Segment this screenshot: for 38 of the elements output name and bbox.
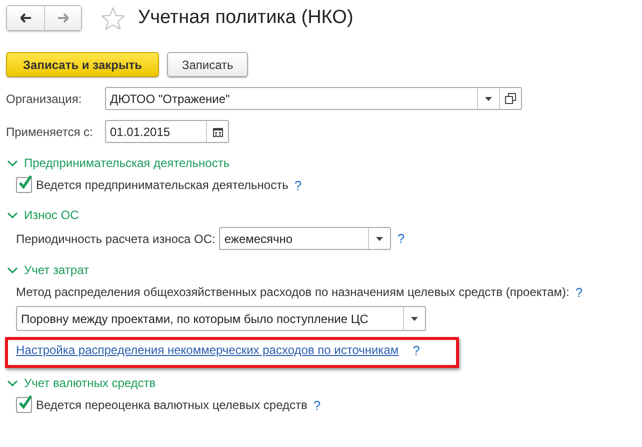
caret-icon [485, 96, 492, 100]
open-icon [505, 93, 516, 104]
select-field[interactable]: ежемесячно [219, 227, 392, 250]
forward-arrow-icon [57, 13, 69, 23]
save-and-close-button[interactable]: Записать и закрыть [6, 52, 159, 77]
help-link[interactable]: ? [575, 284, 583, 300]
settings-link[interactable]: Настройка распределения некоммерческих расходов по источникам [16, 343, 399, 357]
window-title: Учетная политика (НКО) [138, 7, 354, 29]
back-button[interactable] [7, 6, 44, 30]
checkbox[interactable] [16, 177, 32, 193]
section-header[interactable]: Предпринимательская деятельность [6, 155, 636, 171]
field-label: Периодичность расчета износа ОС: [16, 232, 216, 246]
checkbox-label: Ведется предпринимательская деятельность [36, 178, 288, 192]
field-label: Организация: [6, 92, 83, 106]
save-button[interactable]: Записать [167, 52, 248, 77]
section-header[interactable]: Учет валютных средств [6, 375, 636, 391]
section-header[interactable]: Износ ОС [6, 207, 636, 223]
checkbox-label: Ведется переоценка валютных целевых средств [36, 398, 308, 412]
calendar-icon [212, 126, 222, 136]
help-link[interactable]: ? [412, 342, 420, 358]
help-link[interactable]: ? [397, 231, 405, 246]
star-icon[interactable] [101, 6, 125, 30]
caret-icon [411, 316, 418, 320]
date-field[interactable]: 01.01.2015 [105, 120, 229, 143]
help-link[interactable]: ? [313, 398, 321, 412]
caret-icon [376, 236, 384, 240]
chevron-icon [7, 212, 18, 218]
field-label: Метод распределения общехозяйственных расходов по назначениям целевых средств (проектам): [16, 285, 570, 299]
organization-field[interactable]: ДЮТОО "Отражение" [105, 87, 522, 110]
chevron-icon [7, 160, 18, 166]
help-link[interactable]: ? [294, 178, 302, 192]
select-field[interactable]: Поровну между проектами, по которым было поступление ЦС [16, 306, 426, 331]
field-label: Применяется с: [6, 124, 94, 138]
checkbox[interactable] [16, 397, 32, 413]
back-arrow-icon [20, 13, 32, 23]
chevron-icon [7, 380, 18, 386]
chevron-icon [7, 266, 18, 274]
section-header[interactable]: Учет затрат [6, 262, 636, 278]
